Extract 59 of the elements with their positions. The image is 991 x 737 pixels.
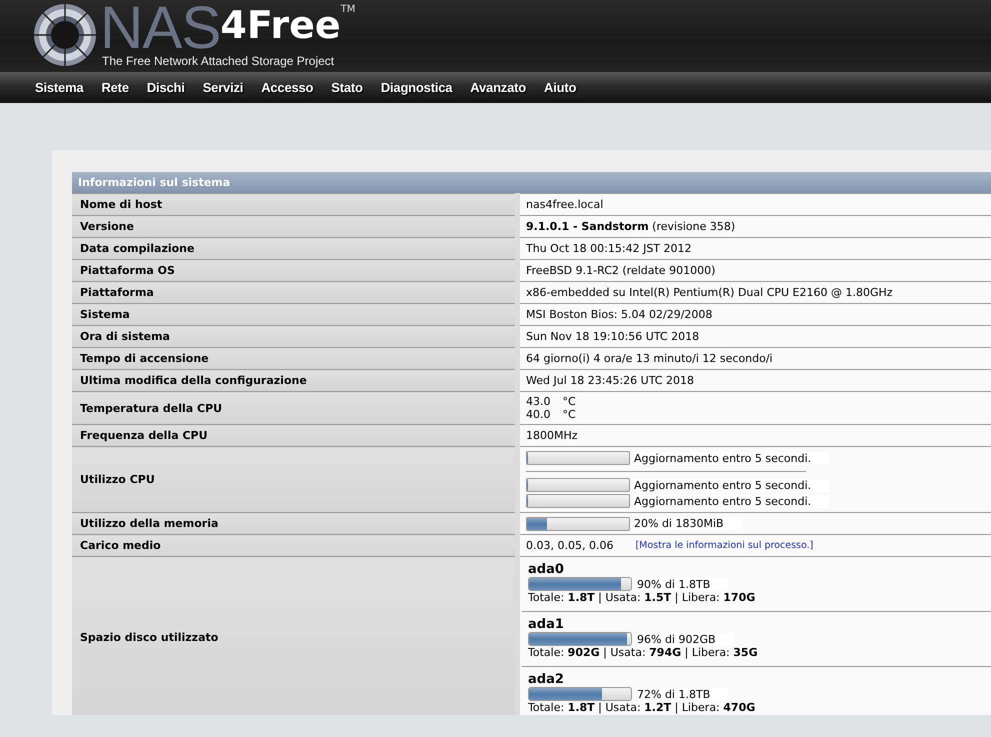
row-label: Utilizzo della memoria — [72, 512, 518, 534]
row-label: Utilizzo CPU — [72, 446, 518, 512]
nav-menu-item[interactable]: Servizi — [194, 80, 252, 95]
temperature-value: 40.0 — [526, 408, 550, 421]
row-label: Nome di host — [72, 194, 518, 216]
disk-name: ada1 — [528, 617, 565, 632]
row-value: Sun Nov 18 19:10:56 UTC 2018 — [525, 330, 700, 343]
logo-text: NAS — [100, 0, 220, 56]
usage-text: 72% di 1.8TB — [637, 688, 728, 700]
nav-menu-item[interactable]: Aiuto — [535, 80, 586, 95]
disk-name: ada2 — [528, 672, 565, 687]
logo-icon — [32, 2, 98, 68]
row-value: Wed Jul 18 23:45:26 UTC 2018 — [525, 374, 694, 387]
row-value: nas4free.local — [525, 198, 604, 211]
row-label: Ora di sistema — [72, 326, 518, 348]
row-label: Piattaforma OS — [72, 260, 518, 282]
status-text: Aggiornamento entro 5 secondi. — [634, 494, 830, 508]
temperature-unit: °C — [562, 395, 576, 408]
disk-summary: Totale: 1.8T | Usata: 1.2T | Libera: 470G — [528, 701, 756, 715]
nav-menu-item[interactable]: Stato — [322, 80, 372, 95]
row-label: Piattaforma — [72, 282, 518, 304]
nav-menu-item[interactable]: Sistema — [26, 80, 92, 95]
row-value: 9.1.0.1 - Sandstorm (revisione 358) — [525, 220, 736, 233]
usage-text: 20% di 1830MiB — [634, 517, 742, 530]
row-label: Temperatura della CPU — [72, 392, 518, 424]
row-value: x86-embedded su Intel(R) Pentium(R) Dual CPU E2160 @ 1.80GHz — [525, 286, 893, 299]
nav-menu-item[interactable]: Dischi — [138, 80, 194, 95]
usage-text: 90% di 1.8TB — [637, 578, 728, 590]
row-value: FreeBSD 9.1-RC2 (reldate 901000) — [525, 264, 716, 277]
row-label: Spazio disco utilizzato — [72, 556, 518, 715]
row-value: MSI Boston Bios: 5.04 02/29/2008 — [525, 308, 712, 321]
row-value: 1800MHz — [525, 429, 578, 442]
row-label: Frequenza della CPU — [72, 424, 518, 446]
row-label: Data compilazione — [72, 238, 518, 260]
nav-menu-item[interactable]: Accesso — [252, 80, 322, 95]
panel-title: Informazioni sul sistema — [72, 172, 991, 194]
row-value: Thu Oct 18 00:15:42 JST 2012 — [525, 242, 692, 255]
row-label: Carico medio — [72, 534, 518, 556]
row-label: Ultima modifica della configurazione — [72, 370, 518, 392]
logo-text-accent: 4Free — [220, 2, 341, 49]
disk-name: ada0 — [528, 562, 565, 577]
row-value: 0.03, 0.05, 0.06 — [526, 539, 614, 552]
logo-tagline: The Free Network Attached Storage Project — [102, 54, 336, 68]
row-value: 64 giorno(i) 4 ora/e 13 minuto/i 12 secondo/i — [525, 352, 773, 365]
nav-menu-item[interactable]: Avanzato — [461, 80, 536, 95]
status-text: Aggiornamento entro 5 secondi. — [634, 452, 830, 464]
row-label: Versione — [72, 216, 518, 238]
usage-text: 96% di 902GB — [637, 632, 734, 646]
status-text: Aggiornamento entro 5 secondi. — [634, 478, 830, 492]
trademark-mark: TM — [340, 4, 356, 15]
nav-menu-item[interactable]: Rete — [92, 80, 138, 95]
row-label: Tempo di accensione — [72, 348, 518, 370]
nav-menu-item[interactable]: Diagnostica — [372, 80, 462, 95]
disk-summary: Totale: 1.8T | Usata: 1.5T | Libera: 170G — [528, 591, 756, 605]
row-label: Sistema — [72, 304, 518, 326]
temperature-value: 43.0 — [526, 395, 550, 408]
process-info-link[interactable]: [Mostra le informazioni sul processo.] — [635, 540, 814, 551]
temperature-unit: °C — [562, 408, 576, 421]
disk-summary: Totale: 902G | Usata: 794G | Libera: 35G — [528, 646, 759, 660]
